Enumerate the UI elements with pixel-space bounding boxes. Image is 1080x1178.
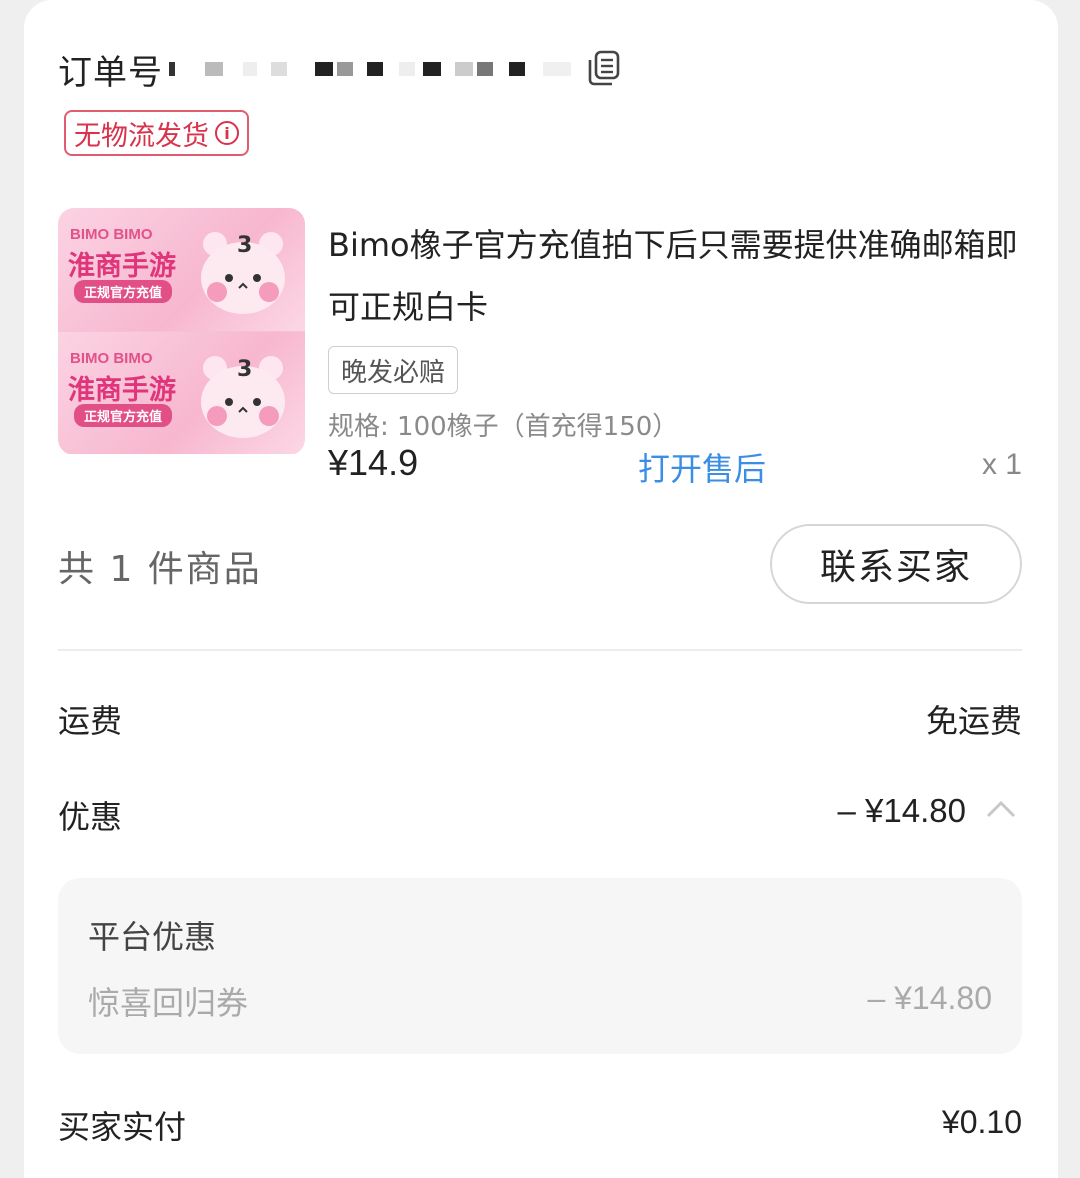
platform-discount-panel: 平台优惠 惊喜回归券 – ¥14.80 bbox=[58, 878, 1022, 1054]
copy-icon[interactable] bbox=[584, 48, 624, 88]
shipping-fee-value: 免运费 bbox=[925, 703, 1022, 739]
product-spec: 规格: 100橡子（首充得150） bbox=[328, 412, 679, 442]
thumbnail-subtitle: 正规官方充值 bbox=[74, 404, 173, 427]
shipping-fee-label: 运费 bbox=[58, 702, 123, 740]
order-detail-card: 订单号 无物流发货 i BIMO BIMO 淮商手游 正规官方充值 3 BIMO… bbox=[24, 0, 1058, 1178]
section-divider bbox=[58, 649, 1022, 651]
thumbnail-badge: 3 bbox=[237, 357, 252, 382]
total-items-count: 共 1 件商品 bbox=[58, 549, 262, 590]
bear-mascot-icon: 3 bbox=[201, 232, 285, 314]
thumbnail-title: 淮商手游 bbox=[68, 251, 176, 282]
buyer-paid-value: ¥0.10 bbox=[941, 1104, 1022, 1140]
bear-mascot-icon: 3 bbox=[201, 356, 285, 438]
no-logistics-tag[interactable]: 无物流发货 i bbox=[64, 110, 249, 156]
product-quantity: x 1 bbox=[981, 448, 1022, 481]
thumbnail-subtitle: 正规官方充值 bbox=[74, 280, 173, 303]
discount-value[interactable]: – ¥14.80 bbox=[838, 792, 966, 830]
coupon-name: 惊喜回归券 bbox=[88, 984, 249, 1022]
thumbnail-brand: BIMO BIMO bbox=[70, 226, 153, 243]
thumbnail-badge: 3 bbox=[237, 233, 252, 258]
info-icon: i bbox=[215, 121, 239, 145]
order-number-label: 订单号 bbox=[58, 52, 163, 93]
product-price: ¥14.9 bbox=[328, 442, 419, 483]
thumbnail-brand: BIMO BIMO bbox=[70, 350, 153, 367]
after-sale-link[interactable]: 打开售后 bbox=[638, 444, 766, 490]
late-compensation-tag: 晚发必赔 bbox=[328, 346, 459, 394]
buyer-paid-label: 买家实付 bbox=[58, 1108, 187, 1146]
order-number-redacted bbox=[169, 54, 575, 84]
thumbnail-banner-top: BIMO BIMO 淮商手游 正规官方充值 3 bbox=[58, 208, 305, 331]
no-logistics-label: 无物流发货 bbox=[74, 120, 209, 152]
coupon-value: – ¥14.80 bbox=[867, 980, 992, 1016]
product-thumbnail[interactable]: BIMO BIMO 淮商手游 正规官方充值 3 BIMO BIMO 淮商手游 正… bbox=[58, 208, 305, 455]
thumbnail-title: 淮商手游 bbox=[68, 375, 176, 406]
product-title[interactable]: Bimo橡子官方充值拍下后只需要提供准确邮箱即可正规白卡 bbox=[328, 214, 1018, 338]
discount-label: 优惠 bbox=[58, 798, 123, 836]
platform-discount-title: 平台优惠 bbox=[88, 918, 217, 956]
contact-buyer-button[interactable]: 联系买家 bbox=[770, 524, 1022, 604]
chevron-up-icon[interactable] bbox=[984, 796, 1018, 822]
thumbnail-banner-bottom: BIMO BIMO 淮商手游 正规官方充值 3 bbox=[58, 331, 305, 454]
order-number-row: 订单号 bbox=[58, 44, 575, 94]
